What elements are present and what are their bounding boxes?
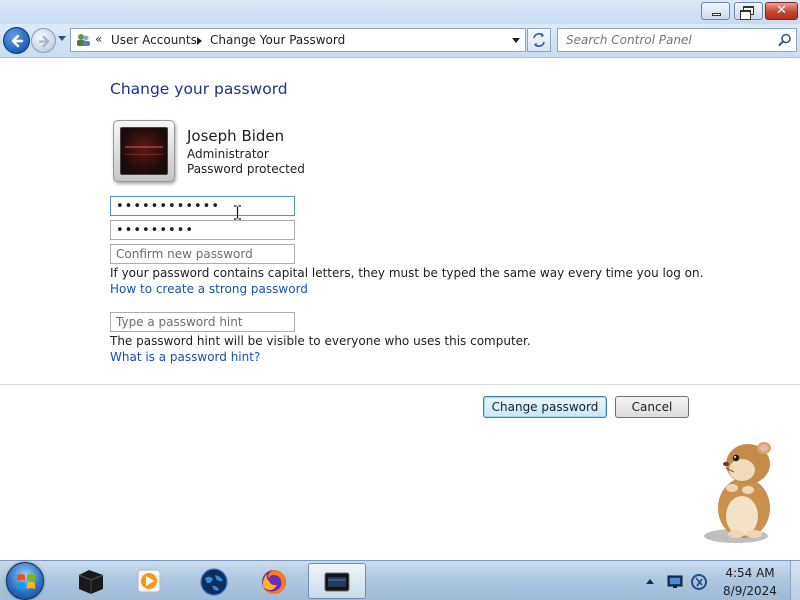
password-hint-field[interactable] <box>110 312 295 332</box>
close-button[interactable]: ✕ <box>765 2 798 20</box>
clock-time[interactable]: 4:54 AM <box>715 566 785 580</box>
change-password-button[interactable]: Change password <box>483 396 607 418</box>
address-bar[interactable]: « User Accounts Change Your Password <box>70 28 526 52</box>
taskbar-app-control-panel[interactable] <box>62 563 116 599</box>
new-password-field[interactable] <box>110 220 295 240</box>
windows-logo-icon <box>17 574 35 589</box>
volume-or-sync-icon[interactable] <box>690 573 708 591</box>
breadcrumb-change-password[interactable]: Change Your Password <box>210 33 345 47</box>
divider <box>0 384 800 385</box>
search-box[interactable] <box>557 28 797 52</box>
taskbar-app-globe[interactable] <box>186 563 240 599</box>
forward-arrow-icon <box>38 35 50 48</box>
password-hint-help-link[interactable]: What is a password hint? <box>110 350 260 364</box>
user-name: Joseph Biden <box>187 127 285 145</box>
user-password-status: Password protected <box>187 162 305 176</box>
network-icon[interactable] <box>667 575 683 589</box>
start-button[interactable] <box>6 562 44 600</box>
breadcrumb-overflow[interactable]: « <box>95 32 102 46</box>
clock-date[interactable]: 8/9/2024 <box>715 584 785 598</box>
taskbar-app-media-player[interactable] <box>122 563 176 599</box>
search-icon[interactable] <box>778 33 792 47</box>
refresh-icon <box>533 33 545 47</box>
media-player-icon <box>137 569 161 593</box>
back-button[interactable] <box>3 27 30 54</box>
cancel-button[interactable]: Cancel <box>615 396 689 418</box>
breadcrumb-separator-icon[interactable] <box>197 37 202 45</box>
restore-icon <box>740 6 754 20</box>
page-title: Change your password <box>110 80 288 98</box>
show-desktop-button[interactable] <box>790 561 800 600</box>
address-dropdown-icon[interactable] <box>512 38 520 43</box>
navigation-bar: « User Accounts Change Your Password <box>0 24 800 58</box>
show-hidden-icons-icon[interactable] <box>646 579 654 584</box>
taskbar-app-active-window[interactable] <box>308 563 366 599</box>
refresh-button[interactable] <box>527 28 551 52</box>
back-arrow-icon <box>11 34 24 48</box>
taskbar-app-firefox[interactable] <box>246 563 300 599</box>
close-icon: ✕ <box>776 3 787 18</box>
active-window-icon <box>324 572 350 592</box>
confirm-password-field[interactable] <box>110 244 295 264</box>
minimize-icon <box>712 13 721 16</box>
globe-icon <box>200 568 228 596</box>
recent-pages-dropdown-icon[interactable] <box>58 36 66 41</box>
text-cursor-icon <box>234 205 241 220</box>
user-accounts-icon <box>77 34 90 46</box>
minimize-button[interactable] <box>701 2 730 20</box>
taskbar: 4:54 AM 8/9/2024 <box>0 560 800 600</box>
control-panel-icon <box>78 570 104 594</box>
firefox-icon <box>262 570 286 594</box>
maximize-button[interactable] <box>734 2 763 20</box>
current-password-field[interactable] <box>110 196 295 216</box>
strong-password-link[interactable]: How to create a strong password <box>110 282 308 296</box>
hamster-desktop-buddy-icon[interactable] <box>696 436 792 546</box>
user-avatar <box>113 120 175 182</box>
window-title-bar: ✕ <box>0 0 800 24</box>
breadcrumb-user-accounts[interactable]: User Accounts <box>111 33 197 47</box>
hint-visibility-note: The password hint will be visible to eve… <box>110 334 531 348</box>
user-role: Administrator <box>187 147 269 161</box>
forward-button[interactable] <box>31 28 56 53</box>
avatar-picture <box>120 127 168 175</box>
capital-letters-note: If your password contains capital letter… <box>110 266 704 280</box>
search-input[interactable] <box>559 30 769 50</box>
